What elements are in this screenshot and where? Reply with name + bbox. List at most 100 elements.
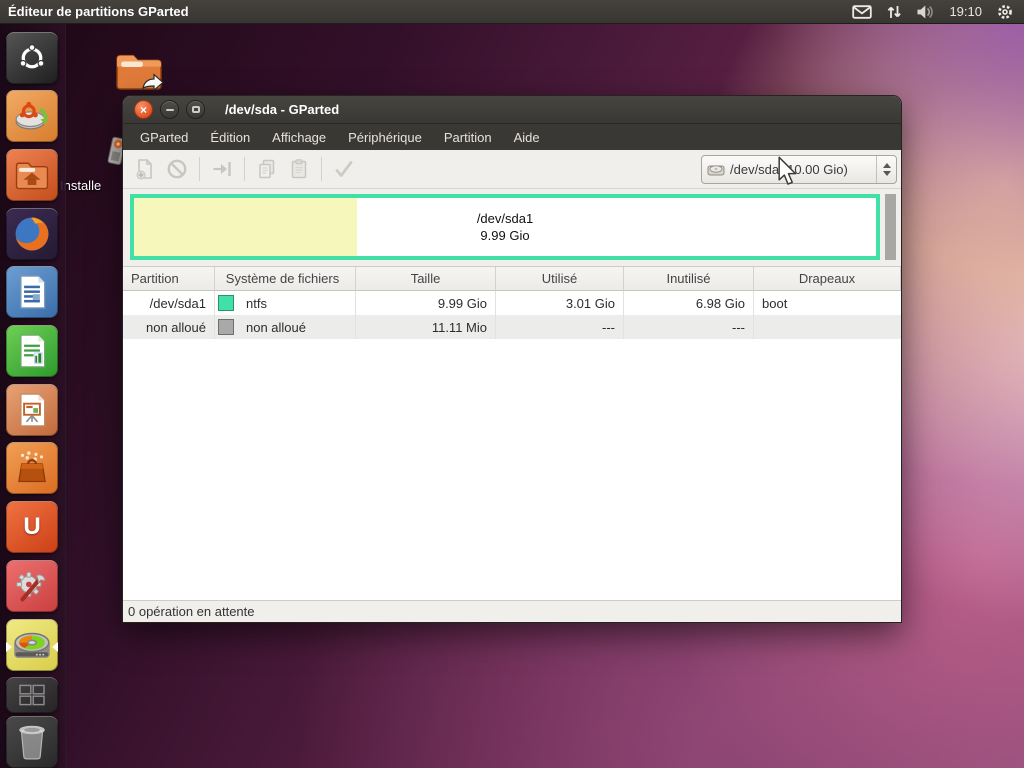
table-header-row: Partition Système de fichiers Taille Uti… <box>123 267 901 291</box>
firefox-button[interactable] <box>6 208 58 260</box>
menu-affichage[interactable]: Affichage <box>261 126 337 149</box>
cell-size: 9.99 Gio <box>356 291 496 315</box>
mouse-cursor <box>775 156 799 192</box>
mail-icon[interactable] <box>852 4 872 20</box>
volume-icon[interactable] <box>916 4 935 20</box>
home-folder-button[interactable] <box>6 149 58 201</box>
panel-clock[interactable]: 19:10 <box>949 4 982 19</box>
trash-button[interactable] <box>6 716 58 768</box>
maximize-icon <box>192 106 200 113</box>
libreoffice-impress-button[interactable] <box>6 384 58 436</box>
trash-icon <box>15 723 49 761</box>
menu-peripherique[interactable]: Périphérique <box>337 126 433 149</box>
toolbar-separator <box>244 157 245 181</box>
ubuntu-software-center-button[interactable] <box>6 442 58 494</box>
gparted-launcher-button[interactable] <box>6 619 58 671</box>
column-header-used[interactable]: Utilisé <box>496 267 624 291</box>
workspace-switcher-button[interactable] <box>6 677 58 713</box>
menu-gparted[interactable]: GParted <box>129 126 199 149</box>
menu-partition[interactable]: Partition <box>433 126 503 149</box>
maximize-button[interactable] <box>186 100 205 119</box>
scrollbar-thumb[interactable] <box>885 194 896 260</box>
ubuntu-logo-icon <box>17 43 47 73</box>
install-ubuntu-icon <box>13 97 51 135</box>
panel-app-title: Éditeur de partitions GParted <box>0 4 189 19</box>
column-header-size[interactable]: Taille <box>356 267 496 291</box>
copy-button[interactable] <box>251 153 283 185</box>
calc-icon <box>15 332 49 370</box>
new-partition-icon <box>133 157 157 181</box>
workspace-switcher-icon <box>17 683 47 707</box>
new-partition-button[interactable] <box>129 153 161 185</box>
system-settings-button[interactable] <box>6 560 58 612</box>
resize-move-icon <box>210 157 234 181</box>
filesystem-label: non alloué <box>246 320 306 335</box>
cell-size: 11.11 Mio <box>356 315 496 339</box>
disk-icon <box>707 161 726 178</box>
minimize-button[interactable] <box>160 100 179 119</box>
column-header-flags[interactable]: Drapeaux <box>754 267 901 291</box>
top-panel: Éditeur de partitions GParted 19:10 <box>0 0 1024 24</box>
table-row-unallocated[interactable]: non alloué non alloué 11.11 Mio --- --- <box>123 315 901 339</box>
cell-filesystem: ntfs <box>215 291 356 315</box>
session-gear-icon[interactable] <box>996 3 1014 21</box>
resize-move-button[interactable] <box>206 153 238 185</box>
paste-button[interactable] <box>283 153 315 185</box>
settings-gear-wrench-icon <box>13 567 51 605</box>
cell-used: 3.01 Gio <box>496 291 624 315</box>
table-row-sda1[interactable]: /dev/sda1 ntfs 9.99 Gio 3.01 Gio 6.98 Gi… <box>123 291 901 315</box>
gparted-disk-icon <box>11 627 53 663</box>
unallocated-color-swatch <box>218 319 234 335</box>
partition-graphic-label: /dev/sda1 <box>477 210 533 227</box>
firefox-icon <box>11 213 53 255</box>
network-arrows-icon[interactable] <box>886 4 902 20</box>
partition-graphic[interactable]: /dev/sda1 9.99 Gio <box>130 194 880 260</box>
ubuntu-one-button[interactable]: U <box>6 501 58 553</box>
menu-edition[interactable]: Édition <box>199 126 261 149</box>
folder-shortcut-icon <box>113 50 165 94</box>
spin-down-icon <box>883 171 891 176</box>
minimize-icon <box>166 109 174 111</box>
device-selector[interactable]: /dev/sda (10.00 Gio) <box>701 155 897 184</box>
window-titlebar[interactable]: × /dev/sda - GParted <box>123 96 901 124</box>
apply-button[interactable] <box>328 153 360 185</box>
pending-operations-text: 0 opération en attente <box>128 604 255 619</box>
install-ubuntu-button[interactable] <box>6 90 58 142</box>
ubuntu-one-icon: U <box>23 513 40 541</box>
delete-partition-icon <box>165 157 189 181</box>
libreoffice-calc-button[interactable] <box>6 325 58 377</box>
install-cd-icon <box>77 132 129 172</box>
cell-unused: --- <box>624 315 754 339</box>
running-indicator-arrow <box>6 642 12 652</box>
ntfs-color-swatch <box>218 295 234 311</box>
close-button[interactable]: × <box>134 100 153 119</box>
writer-icon <box>15 273 49 311</box>
partition-graphic-size: 9.99 Gio <box>480 227 529 244</box>
menubar: GParted Édition Affichage Périphérique P… <box>123 124 901 150</box>
dash-home-button[interactable] <box>6 32 58 84</box>
cell-flags: boot <box>754 291 901 315</box>
system-tray: 19:10 <box>852 3 1024 21</box>
cell-partition: /dev/sda1 <box>123 291 215 315</box>
cell-partition: non alloué <box>123 315 215 339</box>
disk-graphic-area: /dev/sda1 9.99 Gio <box>123 188 901 266</box>
window-title: /dev/sda - GParted <box>225 102 339 117</box>
apply-check-icon <box>332 157 356 181</box>
toolbar-separator <box>199 157 200 181</box>
column-header-partition[interactable]: Partition <box>123 267 215 291</box>
toolbar-separator <box>321 157 322 181</box>
menu-aide[interactable]: Aide <box>503 126 551 149</box>
cell-unused: 6.98 Gio <box>624 291 754 315</box>
device-selector-spinner[interactable] <box>876 156 896 183</box>
partition-table: Partition Système de fichiers Taille Uti… <box>123 266 901 600</box>
unity-launcher: U <box>0 24 66 768</box>
focused-indicator-arrow <box>52 642 58 652</box>
column-header-unused[interactable]: Inutilisé <box>624 267 754 291</box>
column-header-filesystem[interactable]: Système de fichiers <box>215 267 356 291</box>
software-center-icon <box>13 449 51 487</box>
delete-partition-button[interactable] <box>161 153 193 185</box>
libreoffice-writer-button[interactable] <box>6 266 58 318</box>
cell-used: --- <box>496 315 624 339</box>
spin-up-icon <box>883 163 891 168</box>
home-folder-icon <box>13 158 51 192</box>
